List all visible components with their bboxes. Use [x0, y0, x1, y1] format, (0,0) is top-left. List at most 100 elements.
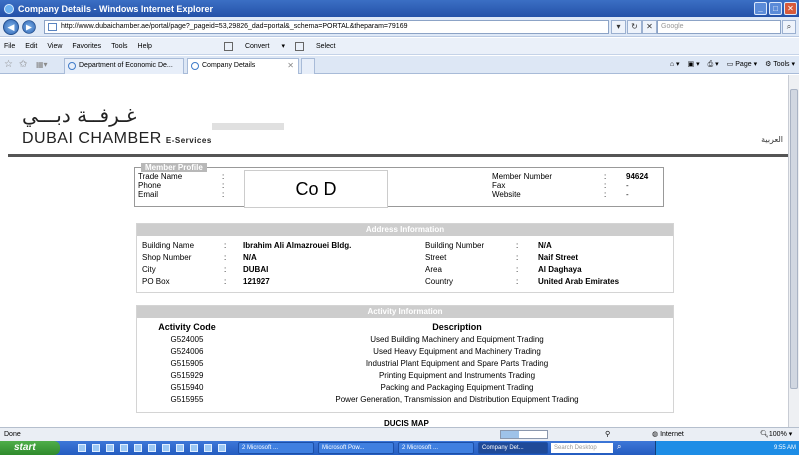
value-po-box: 121927 [243, 277, 270, 286]
desktop-search-input[interactable]: Search Desktop [551, 443, 613, 453]
progress-fill [501, 431, 520, 438]
stop-button[interactable]: ✕ [642, 20, 657, 34]
new-tab-button[interactable] [301, 58, 315, 74]
menu-tools[interactable]: Tools [111, 43, 127, 50]
quicklaunch-icon[interactable] [204, 444, 212, 452]
taskbar-item-microsoft-2[interactable]: 2 Microsoft ... [398, 442, 474, 454]
address-sep: : [516, 265, 519, 274]
address-sep: : [516, 253, 519, 262]
value-shop-number: N/A [243, 253, 257, 262]
address-sep: : [224, 265, 227, 274]
forward-button[interactable]: ▶ [22, 20, 36, 34]
search-icon[interactable]: ⌕ [617, 442, 621, 452]
search-input[interactable]: Google [657, 20, 781, 34]
value-city: DUBAI [243, 265, 269, 274]
profile-label-fax: Fax [492, 181, 506, 190]
label-building-number: Building Number [425, 241, 485, 250]
logo-suffix: E-Services [165, 136, 212, 145]
profile-label-member-number: Member Number [492, 172, 553, 181]
maximize-button[interactable]: □ [769, 2, 782, 15]
activity-information-panel: Activity Information Activity Code Descr… [136, 305, 674, 413]
address-sep: : [516, 277, 519, 286]
profile-sep: : [604, 172, 607, 181]
col-activity-code: Activity Code [158, 322, 216, 332]
quicklaunch-icon[interactable] [190, 444, 198, 452]
label-po-box: PO Box [142, 277, 170, 286]
print-icon[interactable]: ⎙ ▾ [708, 60, 719, 69]
address-bar[interactable]: http://www.dubaichamber.ae/portal/page?_… [44, 20, 609, 34]
label-city: City [142, 265, 156, 274]
profile-sep: : [222, 190, 225, 199]
address-information-title: Address Information [137, 224, 673, 236]
menu-help[interactable]: Help [138, 43, 152, 50]
table-row: G515905 Industrial Plant Equipment and Sp… [170, 359, 549, 368]
next-section-title: DUCIS MAP [384, 419, 429, 427]
table-row: G524005 Used Building Machinery and Equip… [170, 335, 544, 344]
taskbar-item-powerpoint[interactable]: Microsoft Pow... [318, 442, 394, 454]
zoom-control[interactable]: 🔍︎100% ▾ [760, 428, 792, 441]
back-button[interactable]: ◀ [3, 19, 19, 35]
quicklaunch-icon[interactable] [218, 444, 226, 452]
member-number-value: 94624 [626, 172, 649, 181]
search-icon[interactable]: ⌕ [782, 20, 796, 34]
menu-file[interactable]: File [4, 43, 15, 50]
menu-edit[interactable]: Edit [25, 43, 37, 50]
select-button[interactable]: Select [294, 41, 345, 51]
activity-information-title: Activity Information [137, 306, 673, 318]
page-icon [48, 23, 57, 31]
favorites-star-icon[interactable]: ☆ [4, 59, 13, 70]
dropdown-arrow-icon[interactable]: ▾ [611, 20, 626, 34]
tools-menu[interactable]: ⚙ Tools ▾ [765, 60, 795, 69]
quicklaunch-icon[interactable] [162, 444, 170, 452]
start-button[interactable]: start [0, 441, 60, 455]
menu-bar: File Edit View Favorites Tools Help Conv… [0, 38, 799, 55]
tab-company-details[interactable]: Company Details ✕ [187, 58, 299, 74]
quicklaunch-icon[interactable] [92, 444, 100, 452]
header-divider [8, 154, 792, 157]
address-sep: : [224, 241, 227, 250]
menu-view[interactable]: View [47, 43, 62, 50]
close-tab-icon[interactable]: ✕ [287, 59, 294, 73]
profile-label-phone: Phone [138, 181, 162, 190]
website-value: - [626, 190, 629, 199]
table-row: G515955 Power Generation, Transmission an… [170, 395, 579, 404]
close-window-button[interactable]: ✕ [784, 2, 797, 15]
minimize-button[interactable]: _ [754, 2, 767, 15]
window-controls: _ □ ✕ [754, 2, 797, 15]
home-icon[interactable]: ⌂ ▾ [670, 60, 680, 69]
quicklaunch-icon[interactable] [120, 444, 128, 452]
zone-indicator[interactable]: ◍ Internet [652, 428, 684, 441]
quicklaunch-icon[interactable] [134, 444, 142, 452]
add-favorites-icon[interactable]: ✩ [19, 59, 27, 70]
vertical-scrollbar[interactable] [788, 75, 799, 427]
label-street: Street [425, 253, 447, 262]
progress-bar [500, 430, 548, 439]
ie-tab-icon [191, 62, 199, 70]
fax-value: - [626, 181, 629, 190]
tab-department-economic[interactable]: Department of Economic De... [64, 58, 184, 74]
arabic-language-link[interactable]: العربية [761, 135, 783, 144]
value-country: United Arab Emirates [538, 277, 620, 286]
scrollbar-thumb[interactable] [790, 89, 798, 389]
taskbar-item-company-details[interactable]: Company Det... [478, 442, 548, 454]
taskbar-item-microsoft-1[interactable]: 2 Microsoft ... [238, 442, 314, 454]
convert-icon [223, 41, 233, 51]
profile-sep: : [222, 181, 225, 190]
convert-button[interactable]: Convert ▾ [223, 41, 285, 51]
feeds-icon[interactable]: ▣ ▾ [688, 60, 700, 69]
menu-favorites[interactable]: Favorites [72, 43, 101, 50]
address-toolbar: ◀ ▶ http://www.dubaichamber.ae/portal/pa… [0, 17, 799, 37]
company-name-overlay: Co D [244, 170, 388, 208]
quicklaunch-icon[interactable] [148, 444, 156, 452]
quicklaunch-icon[interactable] [78, 444, 86, 452]
quicklaunch-icon[interactable] [106, 444, 114, 452]
page-menu[interactable]: ▭ Page ▾ [727, 60, 757, 69]
quick-tabs-icon[interactable]: ▦▾ [36, 60, 48, 69]
clock[interactable]: 9:55 AM [774, 445, 796, 451]
profile-label-trade-name: Trade Name [138, 172, 183, 181]
logo-arabic: غـرفــة دبـــي [22, 103, 137, 127]
refresh-button[interactable]: ↻ [627, 20, 642, 34]
quicklaunch-icon[interactable] [176, 444, 184, 452]
value-street: Naif Street [538, 253, 579, 262]
value-building-number: N/A [538, 241, 552, 250]
